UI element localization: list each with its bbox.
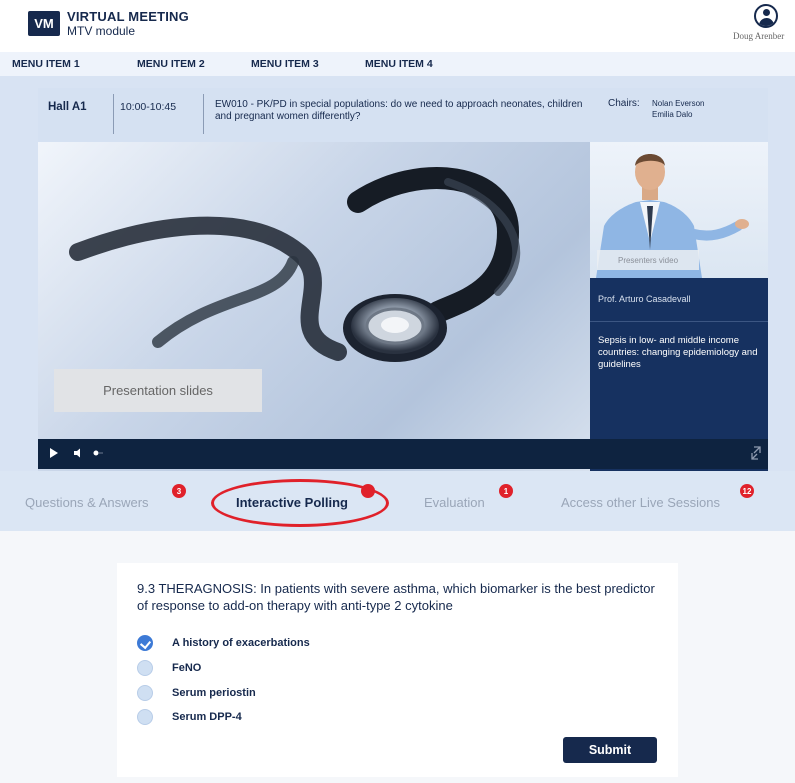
poll-option[interactable]: Serum periostin [137, 685, 256, 701]
poll-card: 9.3 THERAGNOSIS: In patients with severe… [117, 563, 678, 777]
radio-icon[interactable] [137, 660, 153, 676]
menu-item-4[interactable]: MENU ITEM 4 [365, 58, 433, 70]
live-sessions-count-badge: 12 [740, 484, 754, 498]
radio-checked-icon[interactable] [137, 635, 153, 651]
chair-names: Nolan Everson Emilia Dalo [652, 98, 704, 120]
menu-item-1[interactable]: MENU ITEM 1 [12, 58, 80, 70]
poll-option-label: A history of exacerbations [172, 637, 310, 649]
chairs-label: Chairs: [608, 98, 640, 109]
poll-option[interactable]: FeNO [137, 660, 201, 676]
submit-button[interactable]: Submit [563, 737, 657, 763]
session-info-bar: Hall A1 10:00-10:45 EW010 - PK/PD in spe… [38, 88, 768, 142]
divider [203, 94, 204, 134]
divider [590, 321, 768, 322]
app-logo[interactable]: VM [28, 11, 60, 36]
evaluation-count-badge: 1 [499, 484, 513, 498]
app-header: VM VIRTUAL MEETING MTV module Doug Arenb… [0, 0, 795, 52]
presenter-video-panel[interactable]: Presenters video [590, 142, 768, 278]
session-title: EW010 - PK/PD in special populations: do… [215, 99, 583, 122]
chair-name: Nolan Everson [652, 99, 705, 108]
poll-option[interactable]: Serum DPP-4 [137, 709, 242, 725]
radio-icon[interactable] [137, 685, 153, 701]
chair-name: Emilia Dalo [652, 110, 693, 119]
hall-name: Hall A1 [48, 101, 87, 113]
play-icon[interactable] [50, 448, 58, 458]
poll-option[interactable]: A history of exacerbations [137, 635, 310, 651]
poll-option-label: Serum DPP-4 [172, 711, 242, 723]
tab-evaluation[interactable]: Evaluation [424, 495, 485, 510]
tab-access-other-live-sessions[interactable]: Access other Live Sessions [561, 495, 720, 510]
qa-count-badge: 3 [172, 484, 186, 498]
volume-slider-handle[interactable] [93, 450, 104, 456]
presentation-slides-label: Presentation slides [54, 369, 262, 412]
user-name[interactable]: Doug Arenber [733, 31, 784, 41]
tab-questions-answers[interactable]: Questions & Answers [25, 495, 149, 510]
poll-option-label: FeNO [172, 662, 202, 674]
app-title: VIRTUAL MEETING [67, 9, 189, 24]
radio-icon[interactable] [137, 709, 153, 725]
menu-item-2[interactable]: MENU ITEM 2 [137, 58, 205, 70]
talk-title: Sepsis in low- and middle income countri… [598, 335, 758, 370]
user-avatar-icon[interactable] [754, 4, 778, 28]
poll-question: 9.3 THERAGNOSIS: In patients with severe… [137, 581, 655, 613]
main-menu: MENU ITEM 1 MENU ITEM 2 MENU ITEM 3 MENU… [0, 52, 795, 76]
highlight-ellipse [211, 479, 389, 527]
app-subtitle: MTV module [67, 24, 136, 38]
fullscreen-icon[interactable] [751, 446, 761, 460]
speaker-name: Prof. Arturo Casadevall [598, 294, 691, 304]
presenter-video-label: Presenters video [597, 250, 699, 270]
poll-option-label: Serum periostin [172, 687, 256, 699]
video-player-controls [38, 439, 768, 469]
divider [113, 94, 114, 134]
session-time: 10:00-10:45 [120, 101, 177, 113]
session-tabs: Questions & Answers 3 Interactive Pollin… [0, 471, 795, 531]
menu-item-3[interactable]: MENU ITEM 3 [251, 58, 319, 70]
volume-icon[interactable] [74, 448, 80, 458]
